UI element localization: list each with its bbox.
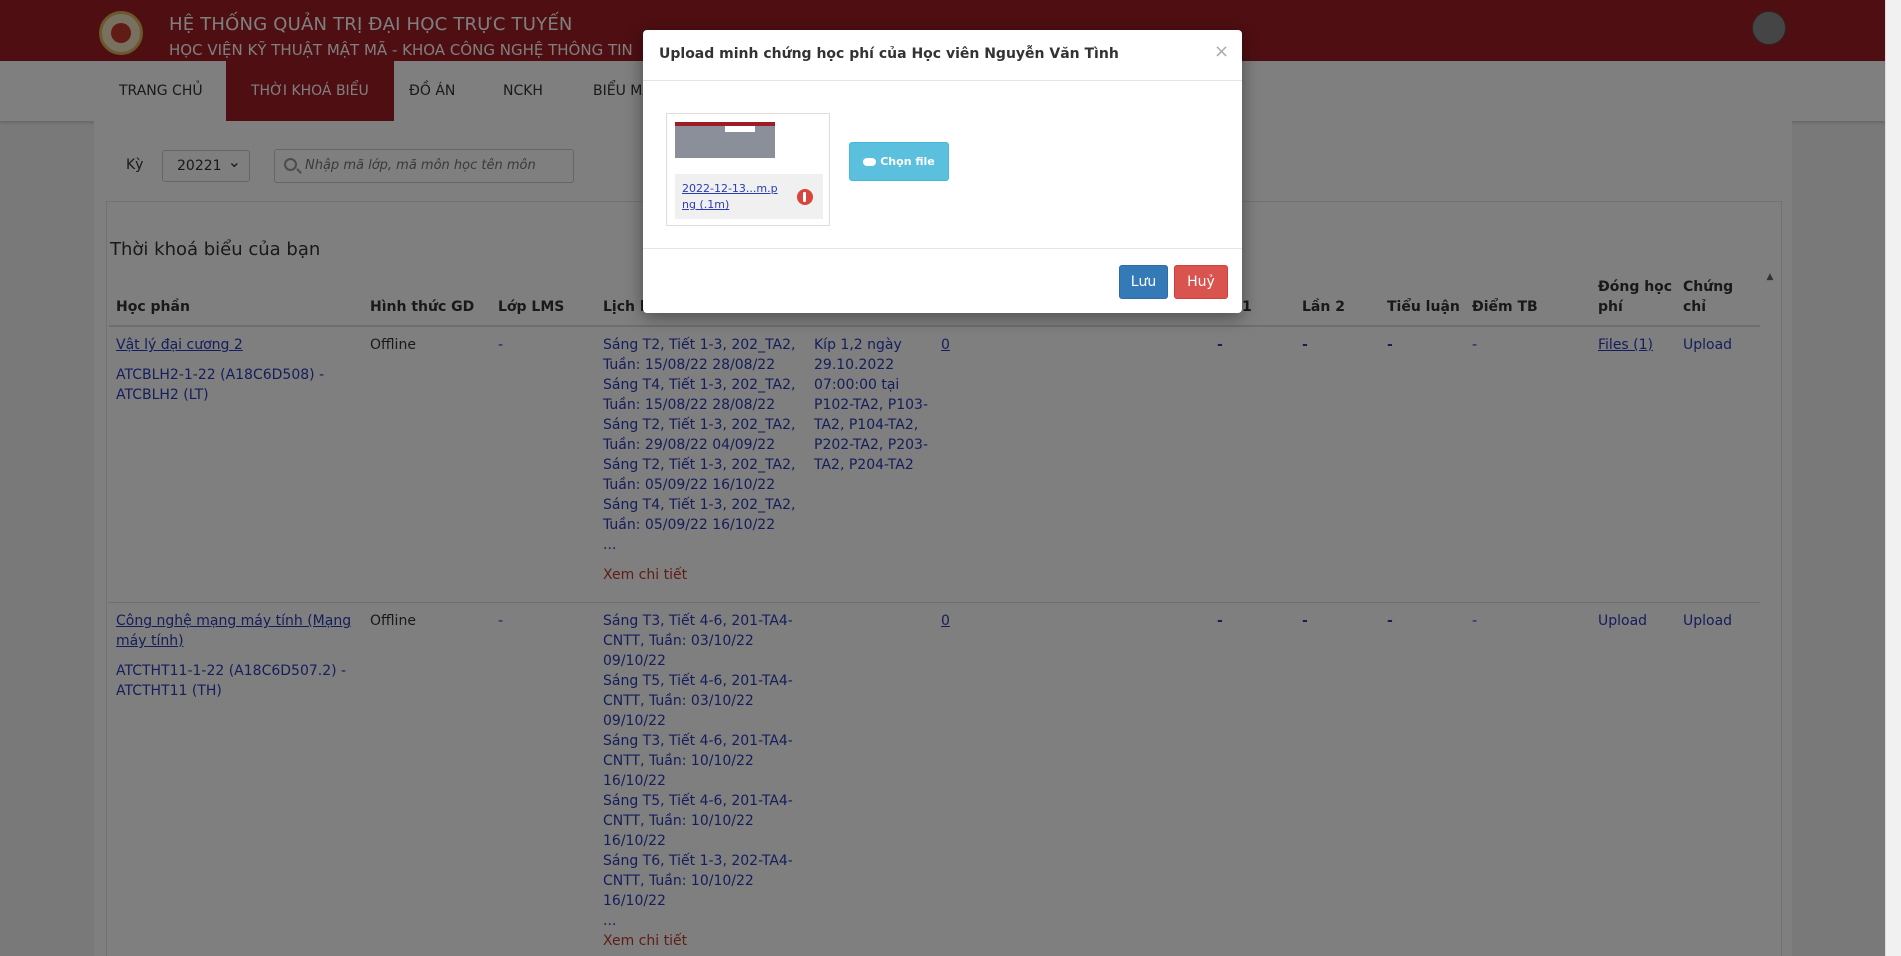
file-preview-card: 2022-12-13...m.png (.1m)	[666, 113, 830, 226]
file-preview-footer: 2022-12-13...m.png (.1m)	[675, 174, 823, 219]
cloud-upload-icon	[863, 158, 877, 166]
cancel-button[interactable]: Huỷ	[1174, 265, 1228, 299]
remove-file-icon[interactable]	[797, 189, 813, 205]
choose-file-button[interactable]: Chọn file	[849, 142, 949, 181]
modal-header-divider	[643, 80, 1242, 81]
modal-title: Upload minh chứng học phí của Học viên N…	[659, 46, 1119, 62]
save-button[interactable]: Lưu	[1119, 265, 1168, 299]
close-icon[interactable]: ×	[1214, 41, 1229, 62]
file-name-link[interactable]: 2022-12-13...m.png (.1m)	[682, 181, 782, 213]
modal-footer-divider	[643, 248, 1242, 249]
page-scrollbar[interactable]	[1885, 0, 1901, 956]
file-thumbnail[interactable]	[675, 122, 775, 158]
upload-fee-modal: Upload minh chứng học phí của Học viên N…	[643, 30, 1242, 313]
